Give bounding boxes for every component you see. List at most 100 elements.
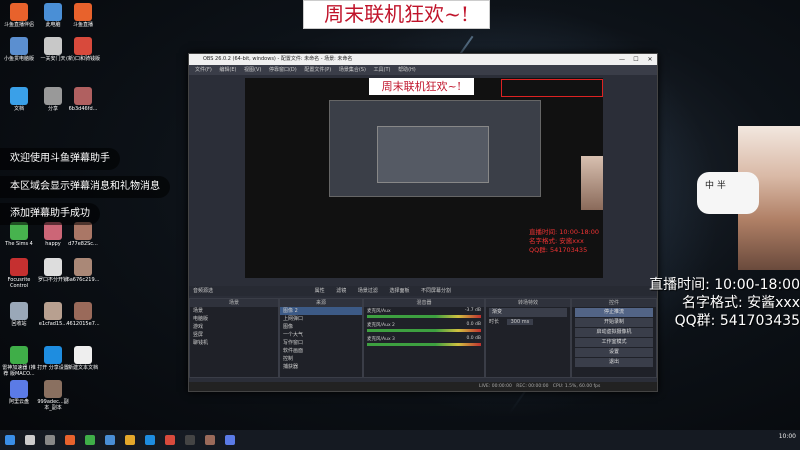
overlay-widget-text: 中 半 [705, 181, 726, 191]
taskbar-clock[interactable]: 10:00 [779, 433, 796, 440]
task-view-icon[interactable] [45, 435, 55, 445]
desktop-icon[interactable]: 斗鱼直播 [66, 3, 100, 28]
app-icon [44, 37, 62, 55]
scene-item[interactable]: 聊钱机 [190, 339, 278, 347]
desktop-icon[interactable]: 回收站 [2, 302, 36, 327]
desktop-icon-label: 分享 [47, 106, 58, 112]
volume-meter[interactable] [367, 315, 481, 318]
source-item[interactable]: 图像 [280, 323, 362, 331]
mixer-channel[interactable]: 麦克风/Aux -3.7 dB [364, 307, 484, 321]
desktop-icon[interactable]: 999adec...副本_副本 [36, 380, 70, 411]
desktop-icon-label: 回收站 [11, 321, 27, 327]
scene-item[interactable]: 电脑版 [190, 315, 278, 323]
source-item[interactable]: 写作窗口 [280, 339, 362, 347]
obs-taskbar-icon[interactable] [185, 435, 195, 445]
desktop-icon[interactable]: 阿里云盘 [2, 380, 36, 405]
overlay-message: 欢迎使用斗鱼弹幕助手 [0, 148, 120, 170]
desktop-icon-label: The Sims 4 [5, 241, 33, 247]
desktop-icon[interactable]: 小鱼贯电脑版 [2, 37, 36, 62]
toolbar-item[interactable]: 不同屏幕分割 [421, 288, 451, 294]
obs-titlebar[interactable]: OBS 26.0.2 (64-bit, windows) - 配置文件: 未命名… [189, 54, 657, 65]
toolbar-item[interactable]: 场景过滤 [358, 288, 378, 294]
menu-docks[interactable]: 停靠窗口(D) [269, 67, 297, 73]
menu-help[interactable]: 帮助(H) [398, 67, 416, 73]
taskbar-app-icon[interactable] [85, 435, 95, 445]
mixer-channel[interactable]: 麦克风/Aux 2 0.0 dB [364, 321, 484, 335]
desktop-icon[interactable]: 雷神加速器 (推荐 版MACO... [2, 346, 36, 377]
transition-duration-input[interactable]: 300 ms [506, 319, 534, 325]
app-icon [74, 346, 92, 364]
volume-meter[interactable] [367, 343, 481, 346]
menu-scene-collection[interactable]: 场景集合(S) [339, 67, 366, 73]
volume-meter[interactable] [367, 329, 481, 332]
desktop-icon[interactable]: 4612015e7... [66, 302, 100, 327]
taskbar-app-icon[interactable] [165, 435, 175, 445]
obs-preview[interactable]: 周末联机狂欢~! 直播时间: 10:00-18:00 名字格式: 安酱xxx Q… [245, 78, 603, 278]
preview-selection-box[interactable] [501, 79, 603, 97]
source-item[interactable]: 一个大气 [280, 331, 362, 339]
scene-item[interactable]: 场景 [190, 307, 278, 315]
source-item[interactable]: 控制 [280, 355, 362, 363]
desktop-icon[interactable]: 打开 分享设置 [36, 346, 70, 371]
mixer-channel-db: 0.0 dB [466, 322, 481, 327]
search-icon[interactable] [25, 435, 35, 445]
name-format-text: 名字格式: 安酱xxx [681, 295, 800, 311]
stop-streaming-button[interactable]: 停止推流 [575, 308, 653, 317]
desktop-icon[interactable]: 新建文本文档 [66, 346, 100, 371]
taskbar-app-icon[interactable] [205, 435, 215, 445]
desktop-icon[interactable]: Focusrite Control [2, 258, 36, 289]
desktop-icon[interactable]: 一关安门天 [36, 37, 70, 62]
desktop-icon-label: 6a676c219... [66, 277, 100, 283]
desktop-icon[interactable]: 斗鱼直播伴侣 [2, 3, 36, 28]
menu-view[interactable]: 视图(V) [244, 67, 261, 73]
transition-duration-label: 时长 [489, 319, 500, 325]
taskbar-app-icon[interactable] [105, 435, 115, 445]
mixer-header: 混音器 [364, 299, 484, 307]
properties-button[interactable]: 属性 [315, 288, 325, 294]
studio-mode-button[interactable]: 工作室模式 [575, 338, 653, 347]
taskbar-app-icon[interactable] [125, 435, 135, 445]
taskbar-app-icon[interactable] [225, 435, 235, 445]
desktop-icon[interactable]: happy [36, 222, 70, 247]
start-icon[interactable] [5, 435, 15, 445]
minimize-button[interactable]: — [615, 54, 629, 65]
mixer-channel[interactable]: 麦克风/Aux 3 0.0 dB [364, 335, 484, 349]
menu-tools[interactable]: 工具(T) [374, 67, 391, 73]
transition-select[interactable]: 渐变 [489, 308, 567, 317]
menu-file[interactable]: 文件(F) [195, 67, 212, 73]
exit-button[interactable]: 退出 [575, 358, 653, 367]
source-item[interactable]: 上网弹口 [280, 315, 362, 323]
filters-button[interactable]: 滤镜 [336, 288, 346, 294]
settings-button[interactable]: 设置 [575, 348, 653, 357]
source-item[interactable]: 软件画面 [280, 347, 362, 355]
desktop-icon[interactable]: d77e82Sc... [66, 222, 100, 247]
desktop-icon[interactable]: The Sims 4 [2, 222, 36, 247]
overlay-widget[interactable]: 中 半 [697, 172, 759, 214]
obs-window[interactable]: OBS 26.0.2 (64-bit, windows) - 配置文件: 未命名… [188, 53, 658, 392]
desktop-icon[interactable]: 6a676c219... [66, 258, 100, 283]
scene-item[interactable]: 游戏 [190, 323, 278, 331]
app-icon [44, 380, 62, 398]
close-button[interactable]: ✕ [643, 54, 657, 65]
desktop-icon[interactable]: 分享 [36, 87, 70, 112]
taskbar-app-icon[interactable] [65, 435, 75, 445]
desktop-icon[interactable]: (新)口和骑钱版 [66, 37, 100, 62]
start-recording-button[interactable]: 开始录制 [575, 318, 653, 327]
desktop-icon[interactable]: e1cfad15... [36, 302, 70, 327]
virtual-camera-button[interactable]: 启动虚拟摄像机 [575, 328, 653, 337]
app-icon [74, 37, 92, 55]
desktop-icon[interactable]: 罗口不分开锁 [36, 258, 70, 283]
taskbar-app-icon[interactable] [145, 435, 155, 445]
scene-item[interactable]: 竖屏 [190, 331, 278, 339]
desktop-icon[interactable]: 6b3d46fd... [66, 87, 100, 112]
toolbar-item[interactable]: 选择面板 [389, 288, 409, 294]
maximize-button[interactable]: ☐ [629, 54, 643, 65]
app-icon [74, 3, 92, 21]
desktop-icon-label: 罗口不分开锁 [37, 277, 68, 283]
desktop-icon[interactable]: 文档 [2, 87, 36, 112]
menu-profile[interactable]: 配置文件(P) [304, 67, 331, 73]
desktop-icon[interactable]: 此电脑 [36, 3, 70, 28]
menu-edit[interactable]: 编辑(E) [219, 67, 236, 73]
source-item[interactable]: 捕获器 [280, 363, 362, 371]
source-item[interactable]: 图像 2 [280, 307, 362, 315]
